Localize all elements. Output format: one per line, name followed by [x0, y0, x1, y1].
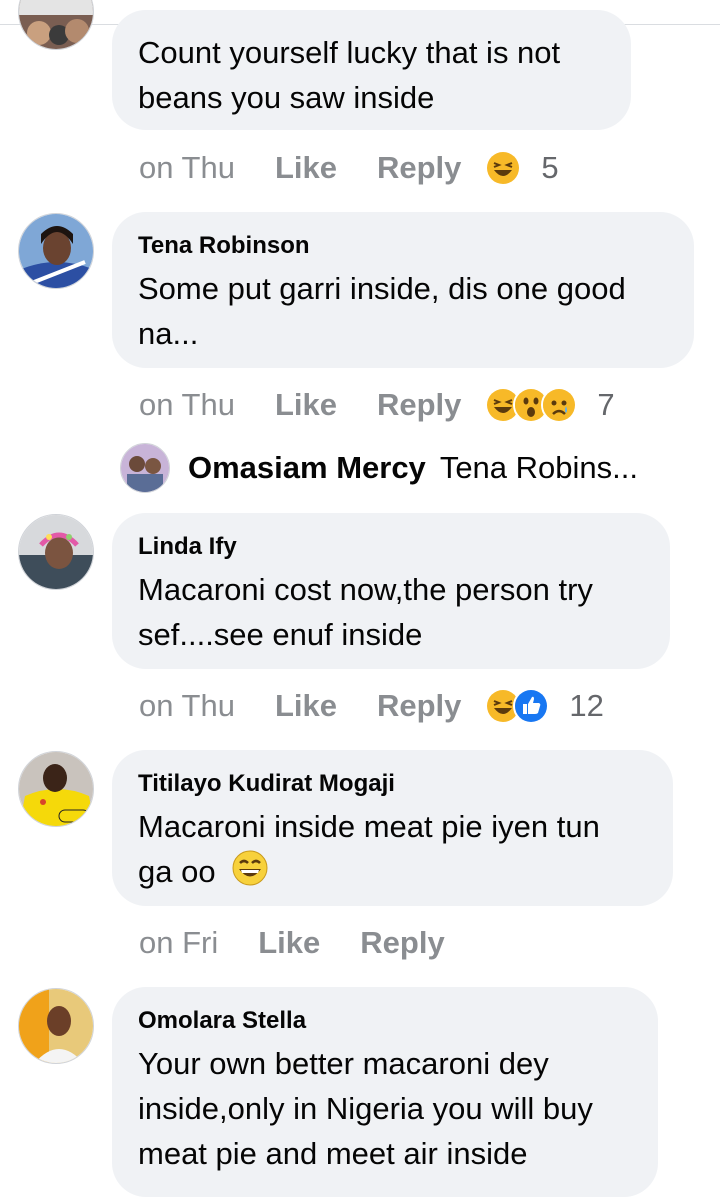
- like-icon: [513, 688, 550, 724]
- comment-text: Your own better macaroni dey inside,only…: [138, 1046, 593, 1171]
- sad-icon: [541, 387, 578, 423]
- avatar[interactable]: [18, 988, 94, 1064]
- reply-preview[interactable]: Omasiam Mercy Tena Robins...: [120, 440, 638, 496]
- comment-bubble[interactable]: Titilayo Kudirat Mogaji Macaroni inside …: [112, 750, 673, 906]
- avatar[interactable]: [18, 0, 94, 50]
- comment-time[interactable]: on Fri: [139, 925, 218, 961]
- comment-bubble[interactable]: Tena Robinson Some put garri inside, dis…: [112, 212, 694, 368]
- reactions[interactable]: [485, 688, 550, 724]
- comment-actions: on Thu Like Reply 5: [139, 146, 559, 190]
- reply-button[interactable]: Reply: [360, 925, 444, 961]
- comment-text: Count yourself lucky that is not beans y…: [138, 35, 561, 115]
- comment-author[interactable]: Tena Robinson: [138, 232, 668, 260]
- comment-text: Macaroni inside meat pie iyen tun ga oo: [138, 804, 647, 898]
- reaction-count[interactable]: 5: [541, 150, 558, 186]
- comment-bubble[interactable]: Count yourself lucky that is not beans y…: [112, 10, 631, 130]
- comment-author[interactable]: Omolara Stella: [138, 1007, 632, 1035]
- comment-actions: on Thu Like Reply 7: [139, 383, 615, 427]
- avatar[interactable]: [120, 443, 170, 493]
- comment-bubble[interactable]: Omolara Stella Your own better macaroni …: [112, 987, 658, 1197]
- like-button[interactable]: Like: [275, 150, 337, 186]
- reply-button[interactable]: Reply: [377, 688, 461, 724]
- like-button[interactable]: Like: [275, 387, 337, 423]
- comment-time[interactable]: on Thu: [139, 387, 235, 423]
- reactions[interactable]: [485, 150, 522, 186]
- comment-time[interactable]: on Thu: [139, 150, 235, 186]
- avatar[interactable]: [18, 514, 94, 590]
- reactions[interactable]: [485, 387, 578, 423]
- reaction-count[interactable]: 7: [597, 387, 614, 423]
- laugh-icon: [485, 150, 522, 186]
- reply-button[interactable]: Reply: [377, 387, 461, 423]
- reply-button[interactable]: Reply: [377, 150, 461, 186]
- comment-time[interactable]: on Thu: [139, 688, 235, 724]
- comment-author[interactable]: Titilayo Kudirat Mogaji: [138, 770, 647, 798]
- like-button[interactable]: Like: [275, 688, 337, 724]
- reply-text: Tena Robins...: [439, 450, 638, 485]
- reaction-count[interactable]: 12: [569, 688, 603, 724]
- comment-bubble[interactable]: Linda Ify Macaroni cost now,the person t…: [112, 513, 670, 669]
- comment-author[interactable]: Linda Ify: [138, 533, 644, 561]
- comment-actions: on Thu Like Reply 12: [139, 684, 604, 728]
- avatar[interactable]: [18, 751, 94, 827]
- grinning-emoji-icon: [232, 850, 268, 898]
- comment-actions: on Fri Like Reply: [139, 921, 445, 965]
- comment-text: Macaroni cost now,the person try sef....…: [138, 572, 593, 652]
- avatar[interactable]: [18, 213, 94, 289]
- comment-text: Some put garri inside, dis one good na..…: [138, 271, 626, 351]
- reply-author[interactable]: Omasiam Mercy: [188, 450, 426, 486]
- like-button[interactable]: Like: [258, 925, 320, 961]
